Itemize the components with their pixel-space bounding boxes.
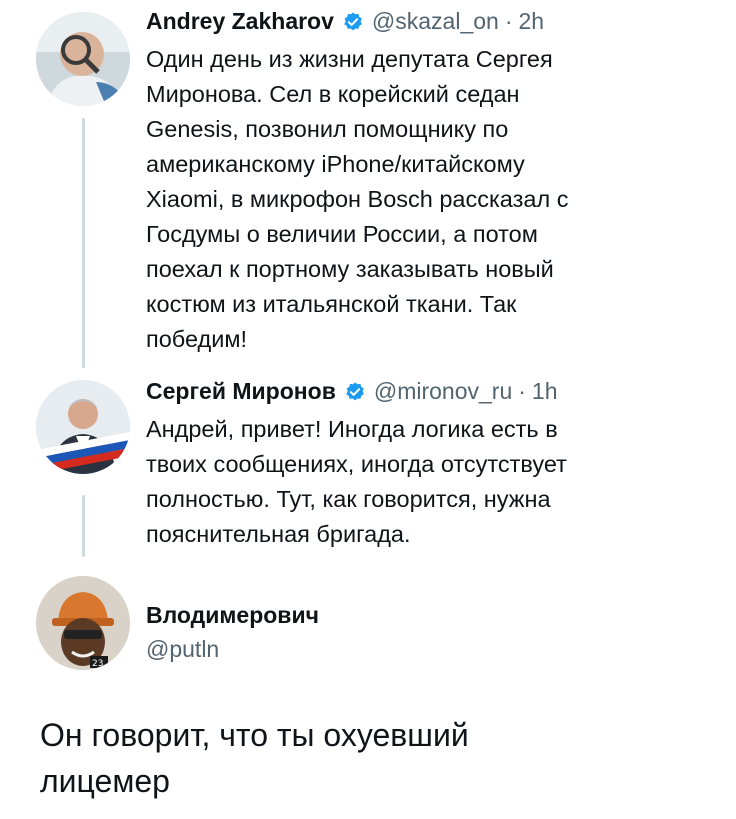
avatar-badge-number: 23 [92,659,103,669]
profile-vlodimerovich[interactable]: 23 Влодимерович @putln [0,560,736,690]
avatar-mironov[interactable] [36,380,130,474]
tweet-time[interactable]: 1h [532,378,558,405]
author-handle[interactable]: @mironov_ru [374,378,512,405]
verified-badge-icon [344,381,366,403]
tweet-header: Andrey Zakharov @skazal_on · 2h [146,8,544,35]
avatar-mironov-image [36,380,130,474]
tweet-mironov[interactable]: Сергей Миронов @mironov_ru · 1h Андрей, … [0,370,736,560]
avatar-andrey[interactable] [36,12,130,106]
avatar-andrey-image [36,12,130,106]
avatar-vlodimerovich-image: 23 [36,576,130,670]
separator-dot: · [504,8,513,34]
profile-handle[interactable]: @putln [146,636,219,663]
avatar-vlodimerovich[interactable]: 23 [36,576,130,670]
author-name[interactable]: Andrey Zakharov [146,8,334,35]
tweet-text: Один день из жизни депутата Сергея Мирон… [146,46,569,352]
tweet-time[interactable]: 2h [519,8,545,35]
profile-name[interactable]: Влодимерович [146,602,319,629]
verified-badge-icon [342,11,364,33]
separator-dot: · [518,378,526,404]
caption-text: Он говорит, что ты охуевший лицемер [40,717,469,799]
author-handle[interactable]: @skazal_on [372,8,499,35]
tweet-andrey[interactable]: Andrey Zakharov @skazal_on · 2h Один ден… [0,0,736,370]
tweet-text: Андрей, привет! Иногда логика есть в тво… [146,416,567,547]
tweet-header: Сергей Миронов @mironov_ru · 1h [146,378,558,405]
author-name[interactable]: Сергей Миронов [146,378,336,405]
